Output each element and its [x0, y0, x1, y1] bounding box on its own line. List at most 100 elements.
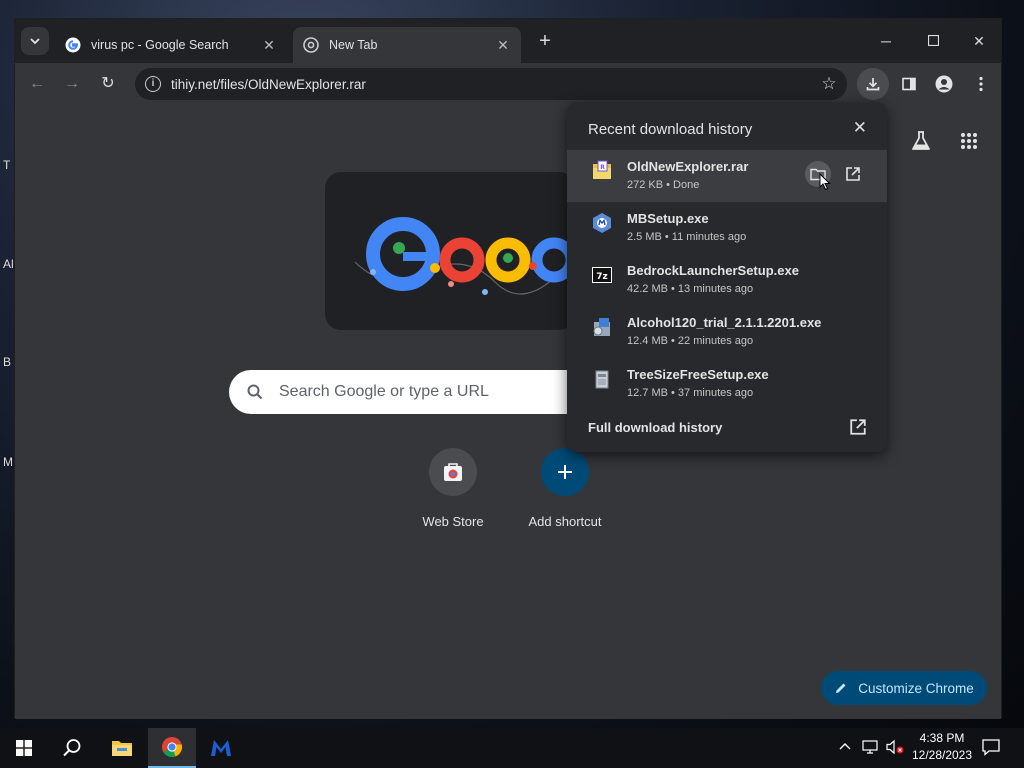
reload-icon: ↻	[101, 75, 115, 92]
customize-chrome-label: Customize Chrome	[858, 680, 974, 696]
reload-button[interactable]: ↻	[94, 70, 122, 98]
address-bar[interactable]: i tihiy.net/files/OldNewExplorer.rar ☆	[135, 68, 847, 100]
shortcut-add[interactable]: Add shortcut	[515, 448, 615, 529]
download-item[interactable]: Alcohol120_trial_2.1.1.2201.exe 12.4 MB …	[567, 306, 887, 358]
download-meta: 12.7 MB • 37 minutes ago	[627, 387, 754, 399]
downloads-button[interactable]	[857, 68, 889, 100]
close-icon[interactable]: ✕	[495, 37, 511, 54]
plus-icon: +	[539, 30, 551, 52]
network-icon	[862, 740, 878, 754]
back-arrow-icon: ←	[29, 75, 45, 92]
side-panel-icon	[902, 77, 916, 91]
toolbar: ← → ↻ i tihiy.net/files/OldNewExplorer.r…	[15, 63, 1001, 105]
site-info-icon[interactable]: i	[145, 76, 161, 92]
rar-archive-icon: R	[593, 160, 611, 179]
download-filename: BedrockLauncherSetup.exe	[627, 263, 799, 278]
google-doodle-logo-icon	[354, 217, 575, 295]
maximize-icon	[927, 34, 939, 47]
tab-google-search[interactable]: virus pc - Google Search ✕	[55, 27, 287, 63]
full-download-history-link[interactable]: Full download history	[588, 420, 722, 435]
web-store-icon	[429, 448, 477, 496]
close-icon[interactable]: ✕	[261, 37, 277, 54]
plus-icon	[541, 448, 589, 496]
chrome-icon	[162, 737, 183, 758]
profile-icon	[935, 75, 953, 93]
taskbar-file-explorer[interactable]	[98, 728, 146, 768]
desktop-icon-label[interactable]: Al	[3, 257, 14, 271]
download-bubble-title: Recent download history	[588, 121, 753, 138]
tab-title: virus pc - Google Search	[91, 38, 229, 52]
url-text[interactable]: tihiy.net/files/OldNewExplorer.rar	[171, 77, 815, 92]
open-file-button[interactable]	[841, 162, 865, 186]
chevron-down-icon	[30, 38, 40, 45]
download-meta: 272 KB • Done	[627, 179, 700, 191]
download-filename: TreeSizeFreeSetup.exe	[627, 367, 769, 382]
kebab-menu-icon	[979, 76, 983, 92]
tab-new-tab[interactable]: New Tab ✕	[293, 27, 521, 63]
pencil-icon	[836, 683, 846, 693]
download-filename: OldNewExplorer.rar	[627, 159, 749, 174]
download-item[interactable]: TreeSizeFreeSetup.exe 12.7 MB • 37 minut…	[567, 358, 887, 410]
download-bubble: Recent download history ✕ R OldNewExplor…	[567, 102, 887, 452]
download-item[interactable]: MBSetup.exe 2.5 MB • 11 minutes ago	[567, 202, 887, 254]
back-button[interactable]: ←	[23, 70, 51, 98]
desktop-icon-label[interactable]: B	[3, 355, 11, 369]
volume-button[interactable]	[885, 739, 905, 760]
chrome-labs-button[interactable]	[907, 127, 935, 155]
side-panel-button[interactable]	[895, 70, 923, 98]
download-meta: 42.2 MB • 13 minutes ago	[627, 283, 754, 295]
close-icon: ✕	[973, 33, 985, 49]
tab-search-button[interactable]	[21, 27, 49, 55]
minimize-icon: ─	[881, 33, 891, 49]
close-icon[interactable]: ✕	[853, 118, 867, 138]
new-tab-button[interactable]: +	[533, 29, 557, 53]
taskbar-chrome[interactable]	[148, 728, 196, 768]
action-center-button[interactable]	[982, 739, 1000, 761]
shortcut-web-store[interactable]: Web Store	[403, 448, 503, 529]
clock[interactable]: 4:38 PM 12/28/2023	[908, 731, 976, 762]
malwarebytes-icon	[211, 740, 231, 756]
installer-icon	[593, 318, 610, 336]
7zip-icon: 7z	[592, 267, 612, 283]
google-apps-button[interactable]	[955, 127, 983, 155]
clock-date: 12/28/2023	[911, 748, 973, 762]
search-icon	[63, 739, 81, 757]
bookmark-star-icon[interactable]: ☆	[815, 74, 843, 94]
open-external-icon	[846, 167, 860, 181]
svg-text:7z: 7z	[596, 272, 608, 282]
malwarebytes-installer-icon	[593, 213, 611, 233]
start-button[interactable]	[0, 728, 48, 768]
setup-icon	[595, 370, 609, 389]
download-item[interactable]: R OldNewExplorer.rar 272 KB • Done	[567, 150, 887, 202]
profile-button[interactable]	[930, 70, 958, 98]
open-external-icon[interactable]	[849, 418, 867, 436]
show-hidden-icons-button[interactable]	[838, 740, 854, 756]
notification-icon	[982, 739, 1000, 756]
apps-grid-icon	[961, 133, 977, 149]
chrome-menu-button[interactable]	[967, 70, 995, 98]
download-meta: 12.4 MB • 22 minutes ago	[627, 335, 754, 347]
download-filename: MBSetup.exe	[627, 211, 709, 226]
google-doodle[interactable]	[325, 172, 575, 330]
windows-taskbar: 4:38 PM 12/28/2023	[0, 728, 1024, 768]
google-g-icon	[65, 37, 81, 53]
tab-title: New Tab	[329, 38, 378, 52]
search-placeholder: Search Google or type a URL	[279, 383, 489, 400]
download-icon	[866, 78, 880, 91]
download-meta: 2.5 MB • 11 minutes ago	[627, 231, 747, 243]
download-filename: Alcohol120_trial_2.1.1.2201.exe	[627, 315, 822, 330]
desktop-icon-label[interactable]: M	[3, 455, 13, 469]
taskbar-search-button[interactable]	[48, 728, 96, 768]
taskbar-malwarebytes[interactable]	[197, 728, 245, 768]
beaker-icon	[912, 131, 930, 150]
svg-text:R: R	[600, 164, 605, 171]
tab-strip: virus pc - Google Search ✕ New Tab ✕ + ─…	[15, 19, 1001, 63]
minimize-button[interactable]: ─	[863, 27, 909, 55]
download-item[interactable]: 7z BedrockLauncherSetup.exe 42.2 MB • 13…	[567, 254, 887, 306]
network-button[interactable]	[862, 739, 880, 760]
close-window-button[interactable]: ✕	[956, 27, 1002, 55]
customize-chrome-button[interactable]: Customize Chrome	[821, 671, 987, 705]
forward-button[interactable]: →	[58, 70, 86, 98]
maximize-button[interactable]	[910, 27, 956, 55]
desktop-icon-label[interactable]: T	[3, 158, 10, 172]
